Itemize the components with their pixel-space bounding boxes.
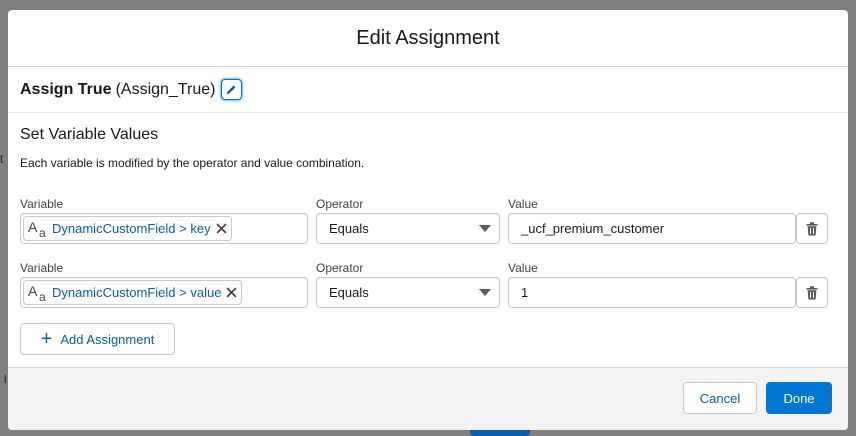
text-type-icon: A a [27,283,49,304]
operator-value: Equals [329,285,369,300]
variable-pill: A a DynamicCustomField > value [23,280,243,305]
variable-pill: A a DynamicCustomField > key [23,216,232,241]
chevron-down-icon [479,289,491,296]
value-text: _ucf_premium_customer [521,221,665,236]
operator-label: Operator [316,197,364,211]
element-api-name: (Assign_True) [115,80,216,98]
modal-title: Edit Assignment [356,26,500,49]
value-label: Value [508,261,538,275]
variable-field[interactable]: A a DynamicCustomField > value [20,277,308,308]
operator-label: Operator [316,261,364,275]
variable-label: Variable [20,197,64,211]
plus-icon: + [40,328,53,350]
svg-text:a: a [39,226,46,239]
chevron-down-icon [479,225,491,232]
section-description: Each variable is modified by the operato… [20,156,365,170]
delete-row-button[interactable] [796,213,828,244]
modal-footer: Cancel Done [8,367,848,430]
variable-pill-label: DynamicCustomField > value [52,285,222,300]
value-input[interactable]: _ucf_premium_customer [508,213,796,244]
trash-icon [806,221,818,235]
text-type-icon: A a [27,219,49,240]
background-text-fragment: t [0,152,4,166]
variable-label: Variable [20,261,64,275]
variable-field[interactable]: A a DynamicCustomField > key [20,213,308,244]
cancel-button[interactable]: Cancel [683,382,757,414]
edit-assignment-modal: Edit Assignment Assign True (Assign_True… [8,10,848,430]
delete-row-button[interactable] [796,277,828,308]
add-assignment-label: Add Assignment [60,331,155,347]
add-assignment-button[interactable]: + Add Assignment [20,323,175,355]
element-label: Assign True [20,80,112,98]
done-button[interactable]: Done [766,382,832,414]
operator-select[interactable]: Equals [316,277,500,308]
modal-header: Edit Assignment [8,10,848,67]
edit-element-button[interactable] [221,79,243,100]
element-name-row: Assign True (Assign_True) [8,67,848,113]
operator-value: Equals [329,221,369,236]
assignment-row: Variable Operator Value A a DynamicCusto… [20,261,836,325]
value-text: 1 [521,285,529,300]
background-text-fragment: l [4,372,7,386]
close-icon [226,287,237,298]
assignment-row: Variable Operator Value A a DynamicCusto… [20,197,836,261]
operator-select[interactable]: Equals [316,213,500,244]
variable-values-section: Set Variable Values Each variable is mod… [8,126,848,170]
svg-text:A: A [28,283,38,299]
value-input[interactable]: 1 [508,277,796,308]
value-label: Value [508,197,538,211]
section-title: Set Variable Values [20,126,159,143]
pencil-icon [227,85,237,95]
svg-text:A: A [28,219,38,235]
close-icon [216,223,227,234]
remove-variable-button[interactable] [226,287,237,298]
trash-icon [806,285,818,299]
svg-text:a: a [39,290,46,303]
variable-pill-label: DynamicCustomField > key [52,221,211,236]
remove-variable-button[interactable] [216,223,227,234]
